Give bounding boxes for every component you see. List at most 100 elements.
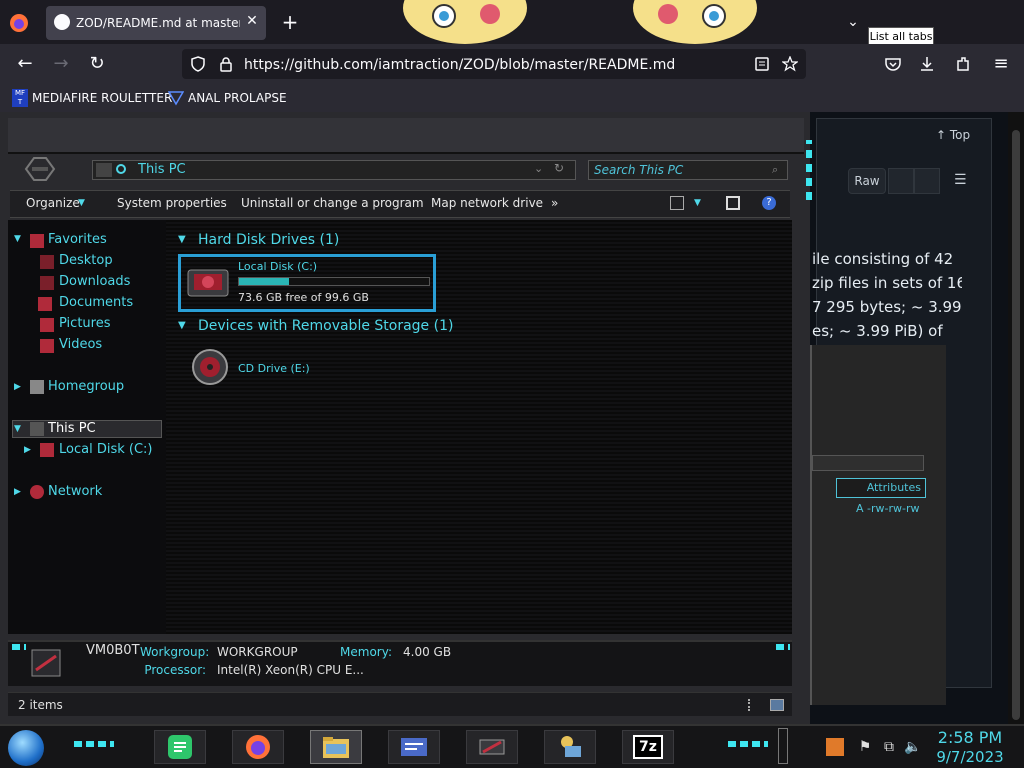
nav-desktop[interactable]: Desktop [59, 253, 149, 271]
expand-arrow-icon[interactable]: ▶ [14, 382, 24, 392]
taskbar-app-notes[interactable] [154, 730, 206, 764]
forward-button[interactable]: → [46, 49, 76, 79]
dropdown-arrow-icon: ▼ [78, 198, 85, 208]
extensions-icon[interactable] [954, 55, 972, 73]
location-dot-icon [116, 164, 126, 174]
pictures-icon [40, 318, 54, 332]
bg-dropdown [812, 455, 924, 471]
nav-homegroup[interactable]: Homegroup [48, 379, 148, 397]
bookmark-item[interactable]: ANAL PROLAPSE [188, 88, 288, 108]
list-icon[interactable]: ☰ [954, 172, 972, 190]
readme-text-line: ile consisting of 42 [812, 250, 954, 268]
collapse-arrow-icon[interactable]: ▼ [178, 234, 190, 246]
downloads-icon[interactable] [918, 55, 936, 73]
status-bar [8, 692, 792, 716]
list-all-tabs-button[interactable]: ⌄ [838, 8, 868, 36]
organize-button[interactable]: Organize [26, 196, 86, 212]
chevron-down-icon[interactable]: ⌄ [534, 162, 546, 176]
back-button[interactable]: ← [10, 49, 40, 79]
nav-local-disk[interactable]: Local Disk (C:) [59, 442, 159, 460]
control-panel-icon [401, 738, 427, 756]
search-placeholder: Search This PC [594, 163, 684, 177]
drive-c-name: Local Disk (C:) [238, 260, 318, 273]
attributes-column-header: Attributes [836, 478, 926, 498]
tiles-view-icon[interactable] [770, 699, 784, 711]
download-icon[interactable] [914, 168, 940, 194]
drive-c-free-space: 73.6 GB free of 99.6 GB [238, 291, 369, 304]
taskbar-accent [74, 741, 114, 747]
nav-pictures[interactable]: Pictures [59, 316, 149, 334]
details-view-icon[interactable] [748, 699, 756, 711]
expand-arrow-icon[interactable]: ▶ [24, 445, 34, 455]
nav-favorites[interactable]: Favorites [48, 232, 148, 250]
map-network-drive-button[interactable]: Map network drive [431, 196, 543, 212]
search-icon[interactable]: ⌕ [772, 163, 784, 177]
preview-pane-icon[interactable] [726, 196, 740, 210]
readme-text-line: es; ~ 3.99 PiB) of [812, 322, 943, 340]
expand-arrow-icon[interactable]: ▼ [14, 234, 24, 244]
reader-view-icon[interactable] [754, 56, 770, 72]
show-desktop-button[interactable] [778, 728, 788, 764]
nav-this-pc[interactable]: This PC [48, 421, 148, 439]
refresh-icon[interactable]: ↻ [554, 161, 568, 177]
memory-label: Memory: [340, 645, 392, 659]
firefox-icon[interactable] [8, 12, 30, 34]
taskbar-app-network[interactable] [544, 730, 596, 764]
top-link[interactable]: ↑ Top [936, 128, 986, 144]
drive-icon [40, 443, 54, 457]
collapse-arrow-icon[interactable]: ▼ [178, 320, 190, 332]
nav-downloads[interactable]: Downloads [59, 274, 149, 292]
taskbar-app-firefox[interactable] [232, 730, 284, 764]
network-tray-icon[interactable]: ⧉ [880, 738, 898, 756]
taskbar-app-tweaker[interactable] [466, 730, 518, 764]
nav-videos[interactable]: Videos [59, 337, 149, 355]
memory-value: 4.00 GB [403, 645, 452, 659]
workgroup-label: Workgroup: [140, 645, 210, 659]
taskbar-app-7zip[interactable]: 7z [622, 730, 674, 764]
raw-button[interactable]: Raw [848, 168, 886, 194]
flag-icon[interactable]: ⚑ [856, 738, 874, 756]
new-tab-button[interactable]: + [280, 12, 300, 32]
more-commands-button[interactable]: » [551, 196, 565, 212]
expand-arrow-icon[interactable]: ▼ [14, 424, 24, 434]
reload-icon: ↻ [89, 53, 105, 74]
view-dropdown-icon[interactable]: ▼ [694, 198, 704, 208]
theme-art [633, 0, 757, 44]
taskbar-app-control-panel[interactable] [388, 730, 440, 764]
system-properties-button[interactable]: System properties [117, 196, 227, 212]
close-icon[interactable]: ✕ [244, 13, 260, 29]
hamburger-icon: ≡ [993, 53, 1009, 74]
reload-button[interactable]: ↻ [82, 49, 112, 79]
expand-arrow-icon[interactable]: ▶ [14, 487, 24, 497]
window-logo-icon [24, 157, 56, 181]
taskbar-app-explorer[interactable] [310, 730, 362, 764]
cd-drive-name[interactable]: CD Drive (E:) [238, 362, 358, 376]
uninstall-program-button[interactable]: Uninstall or change a program [241, 196, 424, 212]
shield-icon[interactable] [190, 56, 206, 72]
menu-button[interactable]: ≡ [986, 49, 1016, 79]
copy-icon[interactable] [888, 168, 914, 194]
group-header-removable[interactable]: Devices with Removable Storage (1) [198, 318, 453, 336]
readme-text-line: 7 295 bytes; ~ 3.99 [812, 298, 962, 316]
group-header-hdd[interactable]: Hard Disk Drives (1) [198, 232, 398, 250]
window-titlebar [8, 118, 804, 154]
bookmark-mediafire[interactable]: MEDIAFIRE ROULETTER [32, 88, 172, 108]
nav-network[interactable]: Network [48, 484, 148, 502]
tab-title: ZOD/README.md at master · ia [76, 16, 240, 30]
readme-text-line: zip files in sets of 16, [812, 274, 962, 292]
view-options-icon[interactable] [670, 196, 684, 210]
star-icon[interactable] [782, 56, 798, 72]
window-frame-accent [806, 140, 812, 200]
clock-time[interactable]: 2:58 PM [930, 728, 1010, 747]
help-icon[interactable]: ? [762, 196, 776, 210]
start-button[interactable] [8, 730, 44, 766]
tray-app-icon[interactable] [826, 738, 844, 756]
7zip-icon: 7z [633, 735, 663, 759]
lock-icon[interactable] [218, 56, 234, 72]
clock-date[interactable]: 9/7/2023 [930, 748, 1010, 766]
nav-documents[interactable]: Documents [59, 295, 149, 313]
pocket-icon[interactable] [884, 55, 902, 73]
scrollbar-thumb[interactable] [1012, 130, 1020, 720]
chevron-down-icon: ⌄ [847, 14, 859, 30]
volume-icon[interactable]: 🔈 [904, 738, 922, 756]
